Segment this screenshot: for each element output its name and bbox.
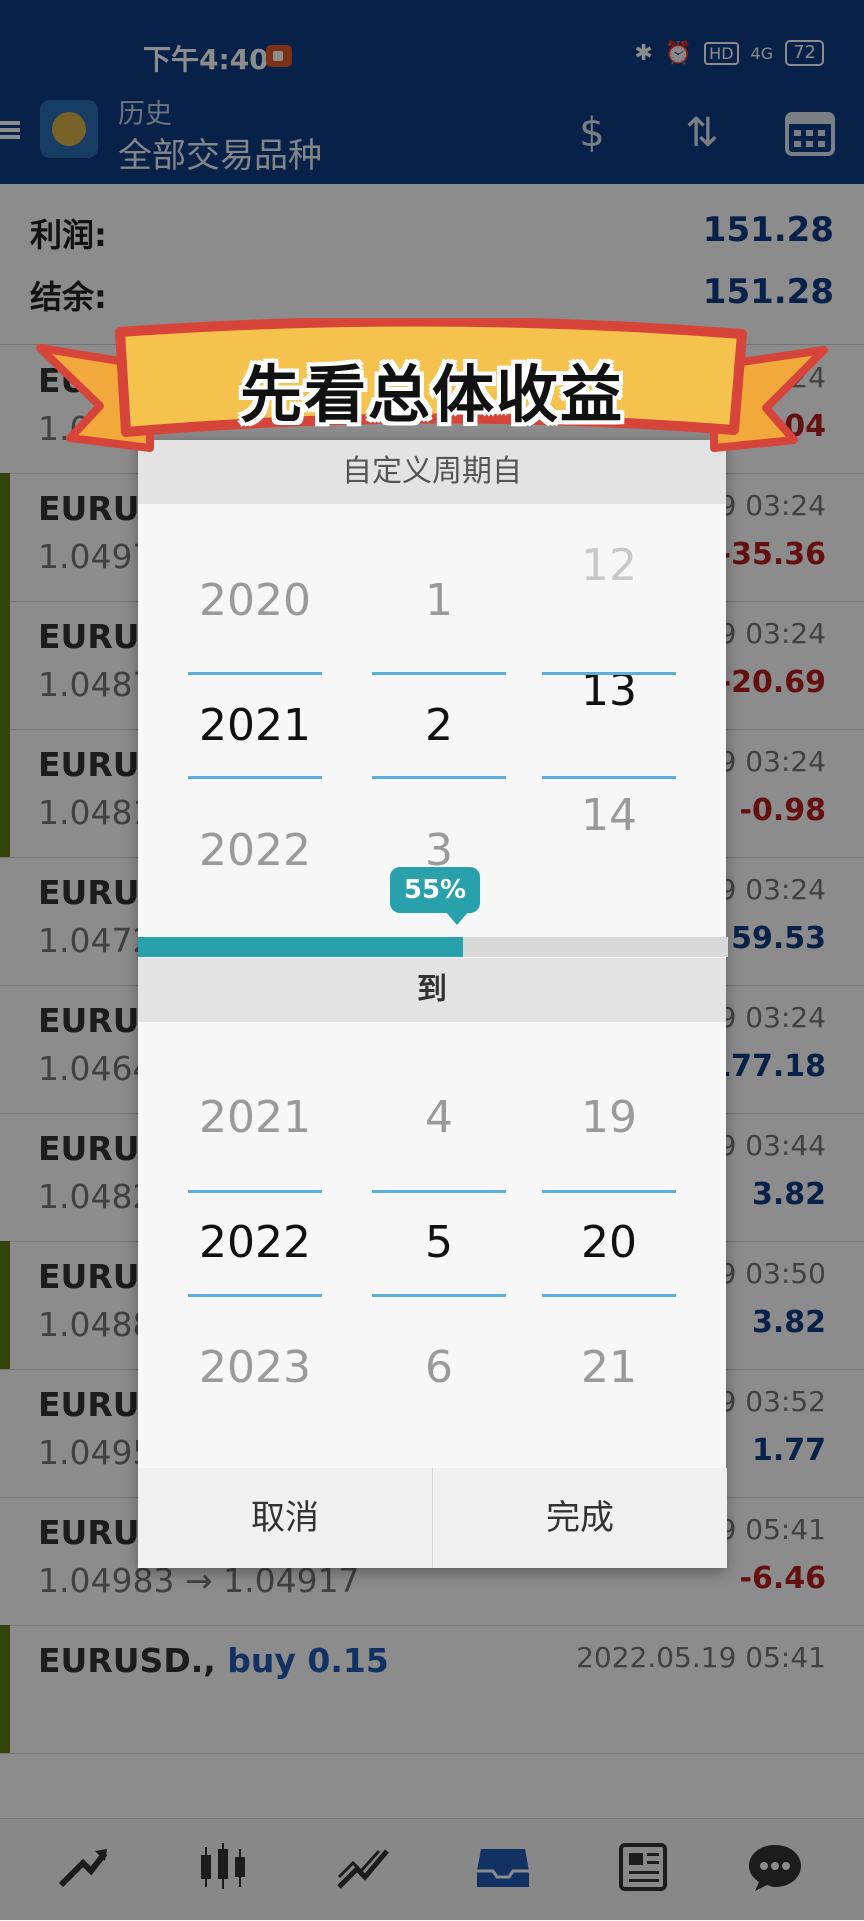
cancel-button[interactable]: 取消	[138, 1468, 432, 1568]
wheel-divider	[372, 672, 506, 675]
to-month-prev[interactable]: 4	[364, 1092, 514, 1143]
from-day-prev[interactable]: 12	[534, 540, 684, 591]
to-day-prev[interactable]: 19	[534, 1092, 684, 1143]
wheel-divider	[188, 1190, 322, 1193]
wheel-divider	[372, 1294, 506, 1297]
wheel-divider	[372, 1190, 506, 1193]
wheel-divider	[188, 776, 322, 779]
to-month-selected[interactable]: 5	[364, 1217, 514, 1268]
from-day-next[interactable]: 14	[534, 790, 684, 841]
wheel-divider	[542, 672, 676, 675]
from-month-selected[interactable]: 2	[364, 700, 514, 751]
progress-fill	[138, 937, 463, 957]
wheel-divider	[188, 1294, 322, 1297]
wheel-divider	[372, 776, 506, 779]
to-year-next[interactable]: 2023	[180, 1342, 330, 1393]
date-range-dialog: 自定义周期自 2020 2021 2022 1 2 3 12 13 14 到 2…	[138, 440, 727, 1568]
from-year-prev[interactable]: 2020	[180, 575, 330, 626]
to-year-prev[interactable]: 2021	[180, 1092, 330, 1143]
from-year-selected[interactable]: 2021	[180, 700, 330, 751]
done-button[interactable]: 完成	[433, 1468, 727, 1568]
wheel-divider	[188, 672, 322, 675]
wheel-divider	[542, 1190, 676, 1193]
to-day-selected[interactable]: 20	[534, 1217, 684, 1268]
wheel-divider	[542, 776, 676, 779]
to-day-next[interactable]: 21	[534, 1342, 684, 1393]
to-period-header: 到	[138, 958, 726, 1022]
wheel-divider	[542, 1294, 676, 1297]
progress-label: 55%	[390, 867, 480, 925]
banner-text: 先看总体收益	[239, 358, 624, 431]
from-year-next[interactable]: 2022	[180, 825, 330, 876]
title-banner: 先看总体收益	[30, 316, 834, 468]
from-month-prev[interactable]: 1	[364, 575, 514, 626]
to-month-next[interactable]: 6	[364, 1342, 514, 1393]
to-year-selected[interactable]: 2022	[180, 1217, 330, 1268]
